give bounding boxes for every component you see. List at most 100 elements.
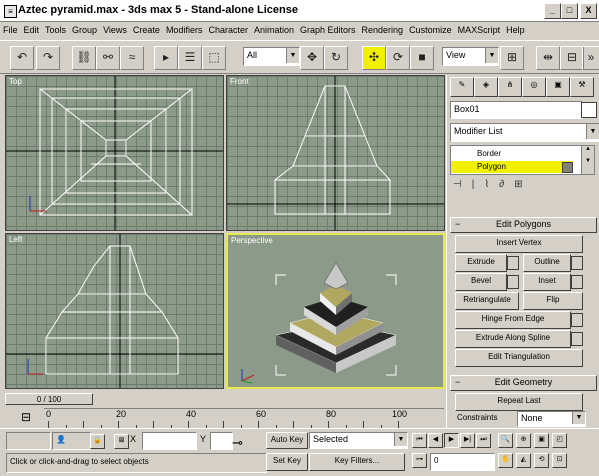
constraints-dropdown[interactable]: None ▼ (517, 411, 586, 427)
stack-scrollbar[interactable]: ▲ ▼ (581, 146, 594, 174)
utilities-tab-icon[interactable]: ⚒ (570, 77, 594, 97)
show-end-result-icon[interactable]: | (472, 179, 485, 190)
menu-customize[interactable]: Customize (406, 22, 455, 35)
bind-space-warp-icon[interactable]: ≈ (120, 46, 144, 70)
modify-tab-icon[interactable]: ◈ (474, 77, 498, 97)
absolute-mode-icon[interactable]: ⊠ (114, 434, 129, 449)
set-key-button[interactable]: Set Key (266, 453, 308, 471)
outline-button[interactable]: Outline (523, 254, 571, 272)
zoom-extents-icon[interactable]: ▣ (534, 433, 549, 448)
pan-icon[interactable]: ✋ (498, 453, 513, 468)
minimize-button[interactable]: _ (544, 3, 561, 19)
menu-animation[interactable]: Animation (251, 22, 297, 35)
object-color-swatch[interactable] (581, 102, 597, 118)
y-coordinate-field[interactable] (210, 432, 233, 450)
display-tab-icon[interactable]: ▣ (546, 77, 570, 97)
bevel-button[interactable]: Bevel (455, 273, 507, 291)
unlink-icon[interactable]: ⚯ (96, 46, 120, 70)
create-tab-icon[interactable]: ✎ (450, 77, 474, 97)
object-name-field[interactable]: Box01 (450, 101, 583, 119)
menu-file[interactable]: File (0, 22, 21, 35)
pivot-icon[interactable]: ⊞ (500, 46, 524, 70)
modifier-list-dropdown[interactable]: Modifier List ▼ (450, 123, 599, 142)
x-coordinate-field[interactable] (142, 432, 197, 450)
field-of-view-icon[interactable]: ◭ (516, 453, 531, 468)
close-button[interactable]: X (580, 3, 597, 19)
track-bar[interactable]: 0 20 40 60 80 100 (44, 408, 444, 429)
edit-triangulation-button[interactable]: Edit Triangulation (455, 349, 583, 367)
edit-geometry-rollout[interactable]: − Edit Geometry (450, 375, 597, 391)
menu-tools[interactable]: Tools (42, 22, 69, 35)
extrude-along-spline-button[interactable]: Extrude Along Spline (455, 330, 571, 348)
repeat-last-button[interactable]: Repeat Last (455, 393, 583, 411)
bevel-settings-icon[interactable] (507, 275, 519, 289)
scale-icon[interactable]: ■ (410, 46, 434, 70)
time-slider[interactable]: 0 / 100 (5, 393, 93, 405)
viewport-top[interactable]: Top (5, 75, 224, 231)
previous-frame-icon[interactable]: ◀ (428, 433, 443, 448)
selected-set-dropdown[interactable]: Selected ▼ (309, 432, 408, 449)
hinge-settings-icon[interactable] (571, 313, 583, 327)
goto-end-icon[interactable]: ⏭ (476, 433, 491, 448)
app-icon[interactable]: ≡ (4, 5, 17, 18)
zoom-icon[interactable]: 🔍 (498, 433, 513, 448)
stack-item-border[interactable]: Border (451, 148, 576, 160)
undo-icon[interactable]: ↶ (10, 46, 34, 70)
make-unique-icon[interactable]: ⌇ (484, 179, 499, 190)
link-icon[interactable]: ⛓ (72, 46, 96, 70)
track-bar-icon[interactable]: ⊟ (16, 410, 36, 426)
edit-polygons-rollout[interactable]: − Edit Polygons (450, 217, 597, 233)
retriangulate-button[interactable]: Retriangulate (455, 292, 519, 310)
flip-button[interactable]: Flip (523, 292, 583, 310)
goto-start-icon[interactable]: ⏮ (412, 433, 427, 448)
extrude-settings-icon[interactable] (507, 256, 519, 270)
hierarchy-tab-icon[interactable]: ⋔ (498, 77, 522, 97)
menu-modifiers[interactable]: Modifiers (163, 22, 206, 35)
more-tools-icon[interactable]: » (582, 46, 599, 70)
align-icon[interactable]: ⊟ (560, 46, 584, 70)
menu-graph-editors[interactable]: Graph Editors (297, 22, 359, 35)
menu-views[interactable]: Views (100, 22, 130, 35)
play-icon[interactable]: ▶ (444, 433, 459, 448)
redo-icon[interactable]: ↷ (36, 46, 60, 70)
maxscript-listener-mini[interactable] (6, 432, 51, 450)
hinge-from-edge-button[interactable]: Hinge From Edge (455, 311, 571, 329)
select-and-rotate-icon[interactable]: ↻ (324, 46, 348, 70)
motion-tab-icon[interactable]: ◎ (522, 77, 546, 97)
viewport-left[interactable]: Left (5, 233, 224, 389)
menu-maxscript[interactable]: MAXScript (455, 22, 504, 35)
menu-create[interactable]: Create (130, 22, 163, 35)
zoom-extents-all-icon[interactable]: ◰ (552, 433, 567, 448)
region-select-icon[interactable]: ⬚ (202, 46, 226, 70)
menu-help[interactable]: Help (503, 22, 528, 35)
selection-filter-dropdown[interactable]: All ▼ (243, 47, 300, 66)
arc-rotate-icon[interactable]: ⟲ (534, 453, 549, 468)
select-and-manipulate-icon[interactable]: ✣ (362, 46, 386, 70)
outline-settings-icon[interactable] (571, 256, 583, 270)
menu-group[interactable]: Group (69, 22, 100, 35)
select-and-move-icon[interactable]: ✥ (300, 46, 324, 70)
extrude-button[interactable]: Extrude (455, 254, 507, 272)
stack-item-polygon[interactable]: Polygon (451, 161, 573, 173)
reference-coordinate-dropdown[interactable]: View ▼ (442, 47, 499, 66)
pin-stack-icon[interactable]: ⊣ (453, 179, 472, 190)
auto-key-button[interactable]: Auto Key (266, 432, 308, 449)
menu-character[interactable]: Character (205, 22, 251, 35)
next-frame-icon[interactable]: ▶| (460, 433, 475, 448)
selection-lock-area[interactable]: 👤 (52, 432, 91, 450)
viewport-front[interactable]: Front (226, 75, 445, 231)
inset-button[interactable]: Inset (523, 273, 571, 291)
zoom-all-icon[interactable]: ⊕ (516, 433, 531, 448)
insert-vertex-button[interactable]: Insert Vertex (455, 235, 583, 253)
min-max-toggle-icon[interactable]: ⊡ (552, 453, 567, 468)
mirror-icon[interactable]: ⇹ (536, 46, 560, 70)
current-frame-field[interactable]: 0 (430, 453, 495, 471)
configure-sets-icon[interactable]: ⊞ (514, 179, 532, 190)
inset-settings-icon[interactable] (571, 275, 583, 289)
key-mode-icon[interactable]: ⊶ (412, 453, 427, 468)
rotate-icon[interactable]: ⟳ (386, 46, 410, 70)
menu-rendering[interactable]: Rendering (359, 22, 407, 35)
select-object-icon[interactable]: ▸ (154, 46, 178, 70)
remove-modifier-icon[interactable]: ∂ (499, 179, 514, 190)
key-filters-button[interactable]: Key Filters... (309, 453, 405, 471)
